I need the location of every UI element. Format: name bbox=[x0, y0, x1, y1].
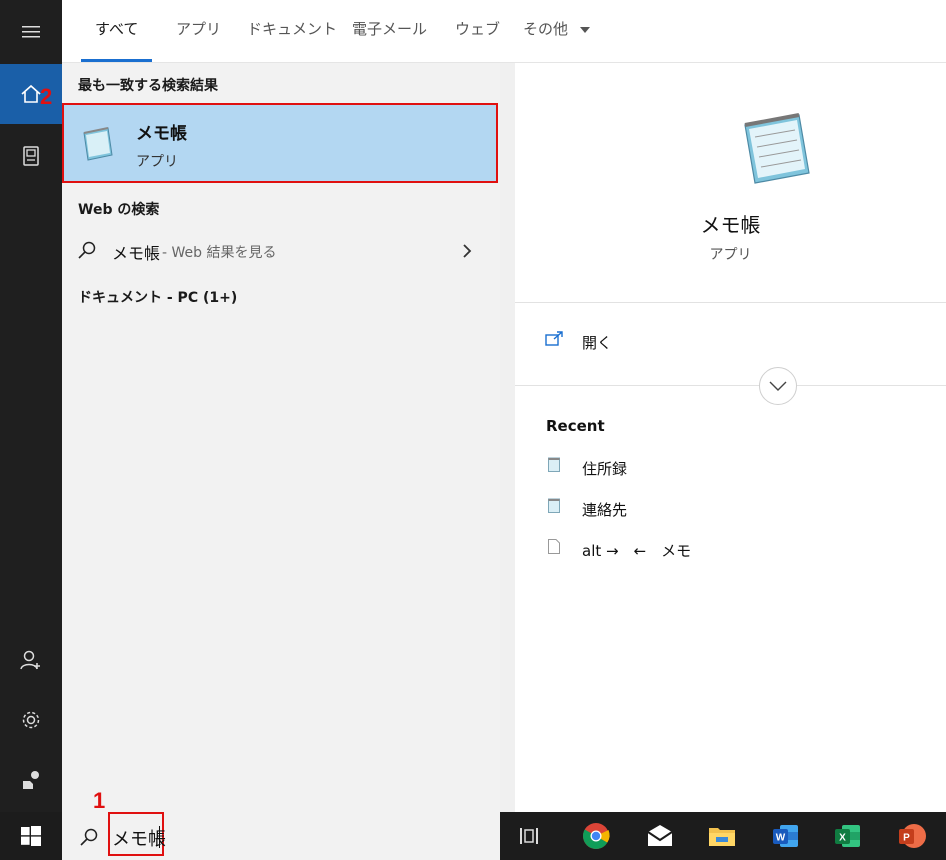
hamburger-icon[interactable] bbox=[0, 2, 62, 62]
svg-text:X: X bbox=[839, 833, 846, 844]
feedback-icon[interactable] bbox=[0, 750, 62, 810]
home-icon[interactable] bbox=[0, 64, 62, 124]
text-cursor bbox=[159, 826, 160, 848]
chevron-down-icon bbox=[769, 381, 787, 391]
chevron-right-icon bbox=[463, 244, 472, 258]
results-pane: 最も一致する検索結果 メモ帳 アプリ Web の検索 メモ帳 - Web 結果を… bbox=[62, 63, 500, 812]
mail-icon[interactable] bbox=[644, 820, 676, 852]
best-match-header: 最も一致する検索結果 bbox=[78, 78, 218, 94]
chevron-down-icon bbox=[579, 27, 590, 33]
notebook-icon[interactable] bbox=[0, 126, 62, 186]
step-1-annotation: 1 bbox=[93, 788, 106, 813]
divider bbox=[515, 302, 946, 303]
recent-item-label: 住所録 bbox=[582, 460, 628, 478]
recent-item[interactable]: 連絡先 bbox=[515, 494, 946, 524]
chrome-icon[interactable] bbox=[580, 820, 612, 852]
web-search-suffix: - Web 結果を見る bbox=[162, 245, 277, 261]
svg-text:P: P bbox=[903, 833, 910, 844]
tab-more-label: その他 bbox=[523, 20, 569, 38]
file-icon bbox=[548, 539, 560, 554]
notepad-large-icon bbox=[744, 113, 810, 184]
powerpoint-icon[interactable]: P bbox=[896, 820, 928, 852]
excel-icon[interactable]: X bbox=[832, 820, 864, 852]
web-search-header: Web の検索 bbox=[78, 202, 160, 218]
search-icon bbox=[80, 828, 98, 846]
highlight-box-best-match bbox=[62, 103, 498, 183]
tab-documents[interactable]: ドキュメント bbox=[247, 0, 337, 62]
notepad-file-icon bbox=[548, 498, 560, 513]
web-search-item[interactable]: メモ帳 - Web 結果を見る bbox=[62, 231, 500, 271]
task-view-icon[interactable] bbox=[514, 820, 546, 852]
gear-icon[interactable] bbox=[0, 690, 62, 750]
tab-all[interactable]: すべて bbox=[80, 0, 153, 62]
open-action[interactable]: 開く bbox=[515, 321, 946, 361]
detail-title: メモ帳 bbox=[700, 213, 761, 237]
file-explorer-icon[interactable] bbox=[706, 820, 738, 852]
step-2-annotation: 2 bbox=[40, 84, 53, 109]
person-add-icon[interactable] bbox=[0, 630, 62, 690]
recent-item-label: alt → ← メモ bbox=[582, 542, 692, 560]
left-rail bbox=[0, 0, 62, 812]
recent-item-label: 連絡先 bbox=[582, 501, 628, 519]
search-tabs: すべて アプリ ドキュメント 電子メール ウェブ その他 bbox=[62, 0, 946, 63]
tab-apps[interactable]: アプリ bbox=[176, 0, 221, 62]
tab-email[interactable]: 電子メール bbox=[352, 0, 427, 62]
word-icon[interactable]: W bbox=[770, 820, 802, 852]
detail-subtitle: アプリ bbox=[709, 247, 752, 263]
search-input[interactable]: メモ帳 bbox=[112, 825, 166, 851]
svg-text:W: W bbox=[776, 833, 786, 844]
tab-more[interactable]: その他 bbox=[523, 0, 591, 62]
recent-header: Recent bbox=[546, 417, 605, 435]
tab-web[interactable]: ウェブ bbox=[455, 0, 500, 62]
web-search-query: メモ帳 bbox=[112, 244, 161, 263]
documents-header[interactable]: ドキュメント - PC (1+) bbox=[78, 287, 237, 307]
expand-button[interactable] bbox=[759, 367, 797, 405]
detail-pane: メモ帳 アプリ 開く Recent 住所録 連絡先 alt → ← メモ bbox=[515, 63, 946, 812]
open-icon bbox=[545, 331, 563, 346]
notepad-file-icon bbox=[548, 457, 560, 472]
search-icon bbox=[78, 241, 96, 259]
recent-item[interactable]: 住所録 bbox=[515, 453, 946, 483]
recent-item[interactable]: alt → ← メモ bbox=[515, 535, 946, 565]
open-label: 開く bbox=[582, 334, 613, 352]
divider bbox=[515, 385, 946, 386]
taskbar-search-box[interactable]: メモ帳 bbox=[62, 812, 500, 860]
windows-start-icon[interactable] bbox=[0, 812, 62, 860]
